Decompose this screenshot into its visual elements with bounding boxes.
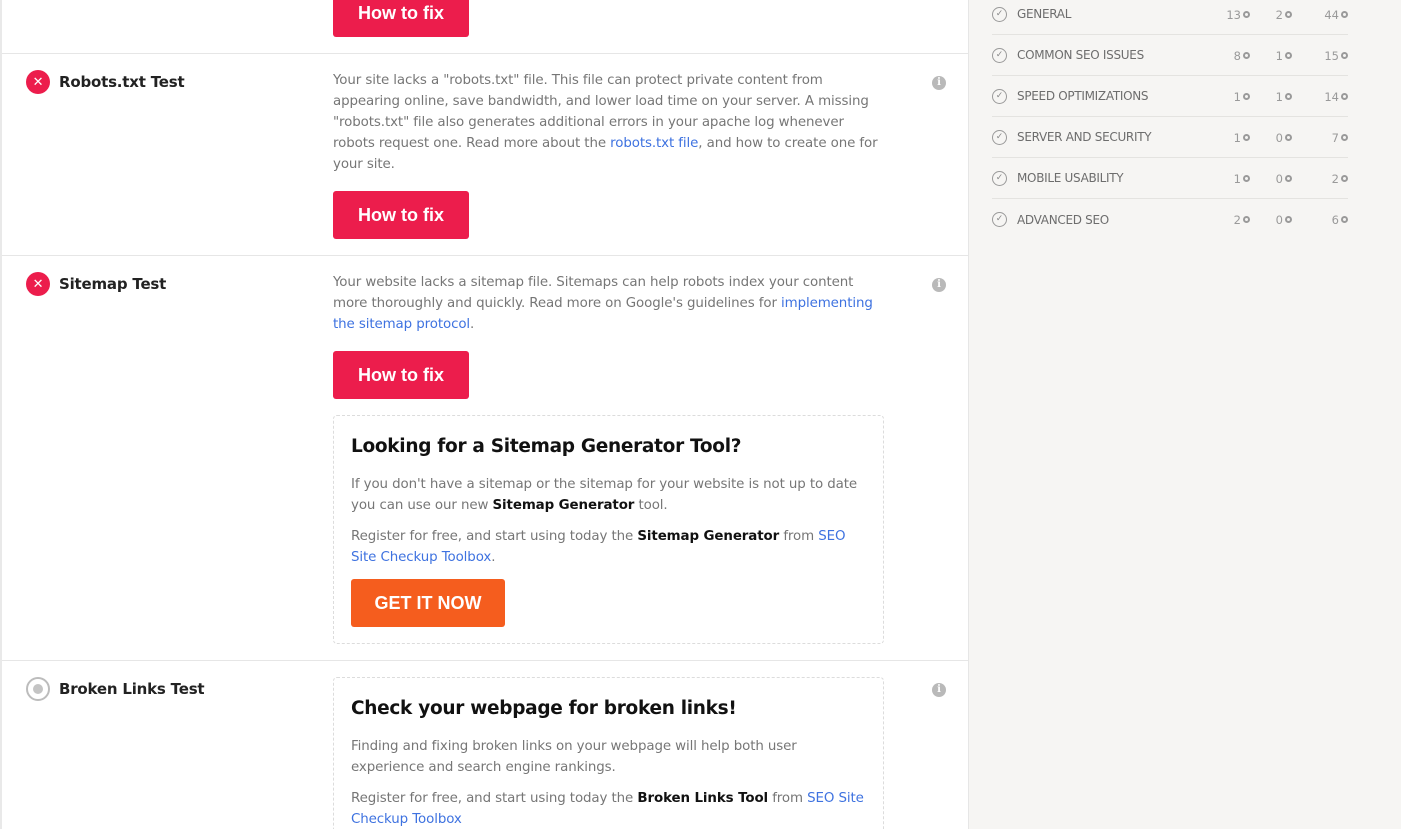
previous-test-row: How to fix [2, 0, 968, 54]
category-row[interactable]: ✓ SERVER AND SECURITY 1 0 7 [992, 117, 1348, 158]
fail-dot-icon [1243, 134, 1250, 141]
sitemap-generator-promo: Looking for a Sitemap Generator Tool? If… [333, 415, 884, 644]
category-name: MOBILE USABILITY [1017, 171, 1124, 185]
warning-count: 0 [1276, 199, 1292, 240]
passed-count: 7 [1332, 117, 1348, 158]
category-row[interactable]: ✓ GENERAL 13 2 44 [992, 0, 1348, 35]
robots-txt-link[interactable]: robots.txt file [610, 136, 698, 151]
robots-test-label: Robots.txt Test [59, 73, 185, 91]
main-content: How to fix ✕ Robots.txt Test Your site l… [0, 0, 969, 829]
warning-dot-icon [1285, 11, 1292, 18]
warning-count: 0 [1276, 158, 1292, 199]
pass-dot-icon [1341, 216, 1348, 223]
robots-test-row: ✕ Robots.txt Test Your site lacks a "rob… [2, 54, 968, 256]
promo-title: Check your webpage for broken links! [351, 698, 737, 719]
check-circle-icon: ✓ [992, 212, 1007, 227]
failed-count: 1 [1234, 76, 1250, 117]
category-name: COMMON SEO ISSUES [1017, 48, 1144, 62]
robots-test-title: ✕ Robots.txt Test [26, 70, 185, 94]
warning-dot-icon [1285, 134, 1292, 141]
passed-count: 6 [1332, 199, 1348, 240]
promo-text: If you don't have a sitemap or the sitem… [351, 477, 858, 513]
category-row[interactable]: ✓ ADVANCED SEO 2 0 6 [992, 199, 1348, 240]
broken-links-promo: Check your webpage for broken links! Fin… [333, 677, 884, 829]
passed-count: 44 [1324, 0, 1348, 35]
check-circle-icon: ✓ [992, 6, 1007, 22]
fail-icon: ✕ [26, 70, 50, 94]
broken-links-test-row: Broken Links Test i Check your webpage f… [2, 661, 968, 829]
category-name: ADVANCED SEO [1017, 212, 1109, 227]
promo-text: Finding and fixing broken links on your … [351, 739, 797, 775]
pending-icon [26, 677, 50, 701]
pass-dot-icon [1341, 52, 1348, 59]
warning-dot-icon [1285, 216, 1292, 223]
pass-dot-icon [1341, 11, 1348, 18]
fail-dot-icon [1243, 11, 1250, 18]
category-row[interactable]: ✓ COMMON SEO ISSUES 8 1 15 [992, 35, 1348, 76]
failed-count: 1 [1234, 158, 1250, 199]
fail-dot-icon [1243, 52, 1250, 59]
how-to-fix-button[interactable]: How to fix [333, 0, 469, 37]
warning-dot-icon [1285, 175, 1292, 182]
promo-title: Looking for a Sitemap Generator Tool? [351, 436, 742, 457]
info-icon[interactable]: i [932, 683, 946, 697]
get-it-now-button[interactable]: GET IT NOW [351, 579, 505, 627]
check-circle-icon: ✓ [992, 88, 1007, 104]
check-circle-icon: ✓ [992, 170, 1007, 186]
category-name: GENERAL [1017, 7, 1072, 21]
fail-dot-icon [1243, 216, 1250, 223]
passed-count: 2 [1332, 158, 1348, 199]
check-circle-icon: ✓ [992, 47, 1007, 63]
sitemap-test-title: ✕ Sitemap Test [26, 272, 166, 296]
check-circle-icon: ✓ [992, 129, 1007, 145]
category-list: ✓ GENERAL 13 2 44 ✓ COMMON SEO ISSUES 8 … [992, 0, 1348, 240]
failed-count: 2 [1234, 199, 1250, 240]
robots-how-to-fix-button[interactable]: How to fix [333, 191, 469, 239]
passed-count: 15 [1324, 35, 1348, 76]
pass-dot-icon [1341, 134, 1348, 141]
failed-count: 8 [1234, 35, 1250, 76]
fail-icon: ✕ [26, 272, 50, 296]
sitemap-test-row: ✕ Sitemap Test Your website lacks a site… [2, 256, 968, 661]
category-name: SPEED OPTIMIZATIONS [1017, 89, 1149, 103]
broken-links-test-label: Broken Links Test [59, 680, 205, 698]
broken-links-test-title: Broken Links Test [26, 677, 205, 701]
pass-dot-icon [1341, 93, 1348, 100]
warning-dot-icon [1285, 93, 1292, 100]
warning-count: 1 [1276, 76, 1292, 117]
warning-count: 2 [1276, 0, 1292, 35]
info-icon[interactable]: i [932, 76, 946, 90]
warning-dot-icon [1285, 52, 1292, 59]
sitemap-how-to-fix-button[interactable]: How to fix [333, 351, 469, 399]
failed-count: 1 [1234, 117, 1250, 158]
promo-register-text: Register for free, and start using today… [351, 791, 864, 827]
warning-count: 1 [1276, 35, 1292, 76]
pass-dot-icon [1341, 175, 1348, 182]
info-icon[interactable]: i [932, 278, 946, 292]
promo-register-text: Register for free, and start using today… [351, 529, 846, 565]
sitemap-test-description: Your website lacks a sitemap file. Sitem… [333, 275, 873, 332]
category-row[interactable]: ✓ SPEED OPTIMIZATIONS 1 1 14 [992, 76, 1348, 117]
fail-dot-icon [1243, 93, 1250, 100]
fail-dot-icon [1243, 175, 1250, 182]
sitemap-test-label: Sitemap Test [59, 275, 167, 293]
robots-test-description: Your site lacks a "robots.txt" file. Thi… [333, 73, 878, 172]
page: How to fix ✕ Robots.txt Test Your site l… [0, 0, 1401, 829]
passed-count: 14 [1324, 76, 1348, 117]
category-sidebar: ✓ GENERAL 13 2 44 ✓ COMMON SEO ISSUES 8 … [970, 0, 1401, 829]
failed-count: 13 [1226, 0, 1250, 35]
warning-count: 0 [1276, 117, 1292, 158]
category-row[interactable]: ✓ MOBILE USABILITY 1 0 2 [992, 158, 1348, 199]
category-name: SERVER AND SECURITY [1017, 130, 1152, 144]
